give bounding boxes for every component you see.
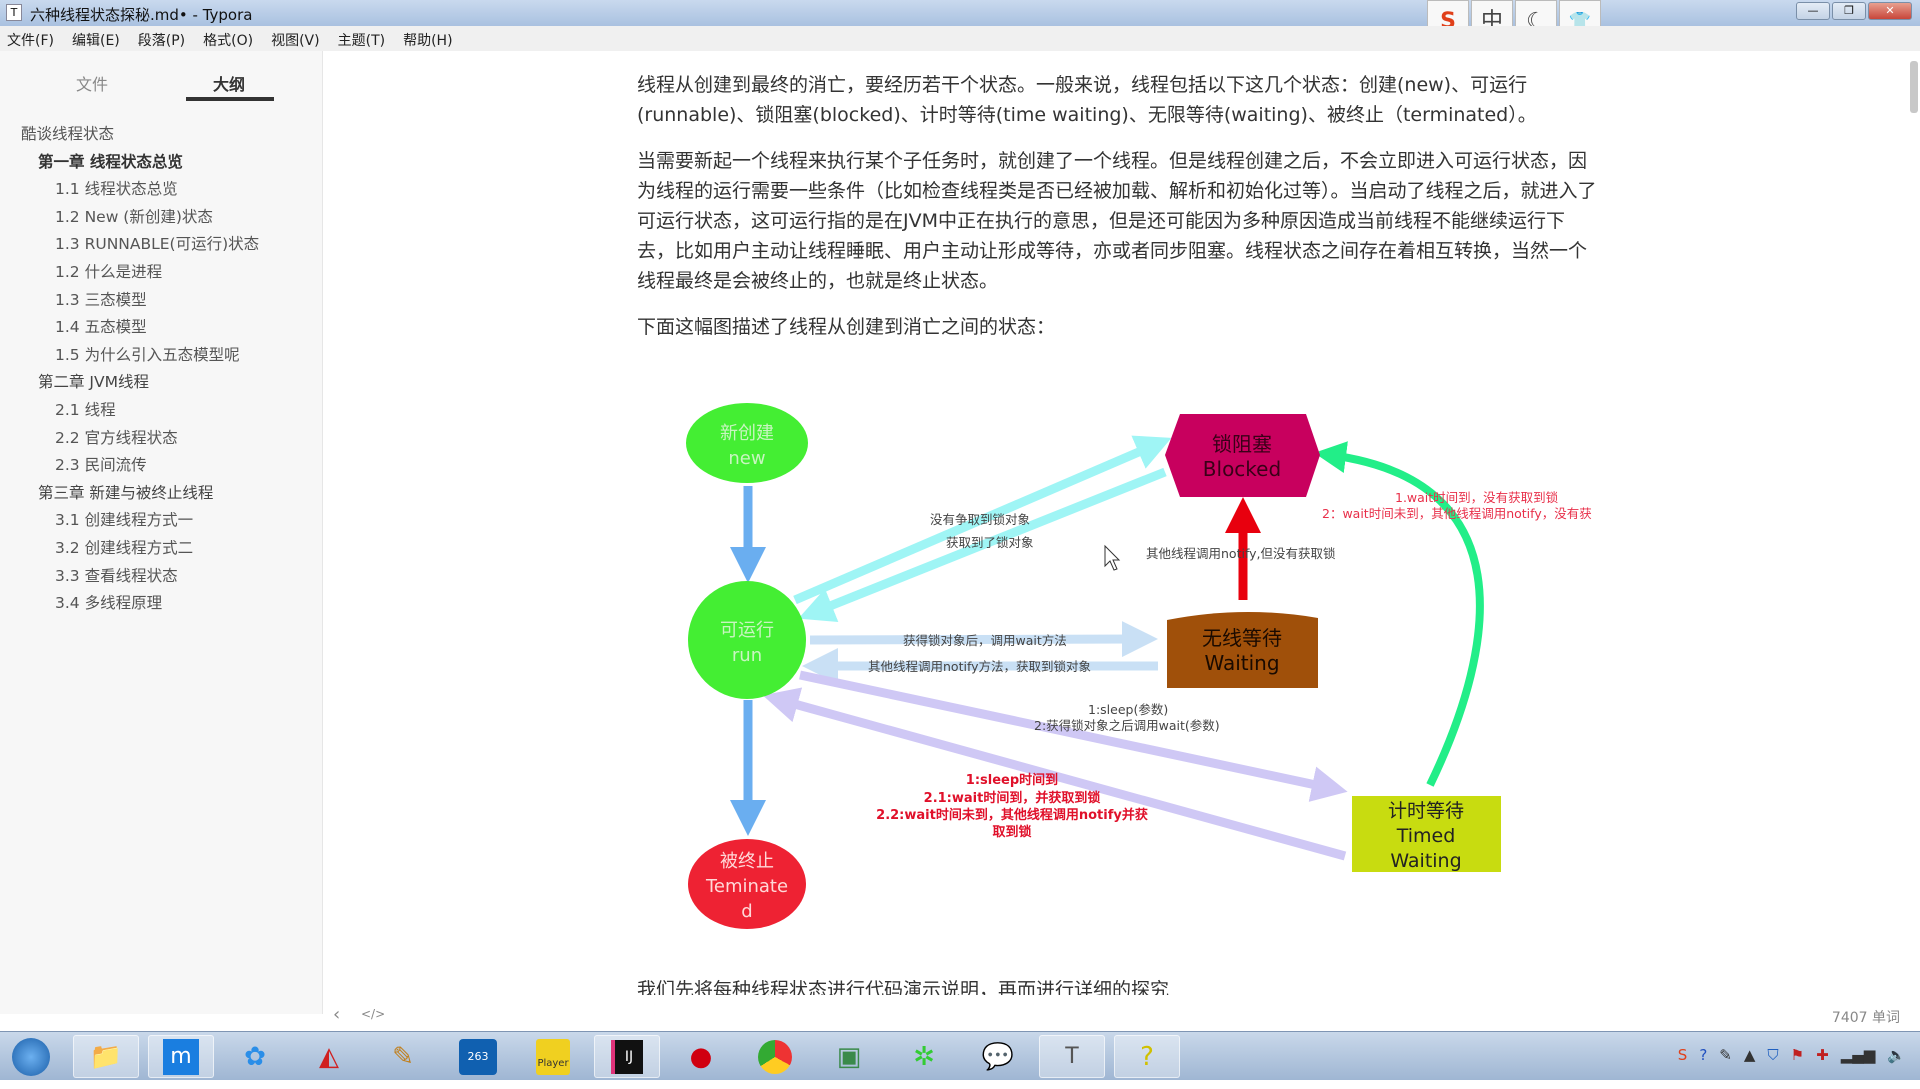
svg-text:2.1:wait时间到，并获取到锁: 2.1:wait时间到，并获取到锁 [924, 790, 1101, 806]
flag-tray-icon[interactable]: ⚑ [1791, 1046, 1804, 1064]
source-code-mode-icon[interactable]: </> [361, 1007, 385, 1021]
svg-text:2：wait时间未到，其他线程调用notify，没有获: 2：wait时间未到，其他线程调用notify，没有获 [1322, 506, 1592, 521]
intellij-idea-icon[interactable]: IJ [594, 1035, 660, 1078]
app-red-green-icon[interactable]: ◭ [296, 1035, 362, 1078]
show-hidden-icons[interactable]: ▲ [1744, 1046, 1756, 1064]
thread-state-diagram: 新创建 new 可运行 run 被终止 Teminate d 锁阻塞 Block… [686, 403, 1592, 929]
svg-text:Teminate: Teminate [705, 876, 788, 897]
maxthon-icon[interactable]: m [148, 1035, 214, 1078]
system-tray: S ? ✎ ▲ ⛉ ⚑ ✚ ▂▄▆ 🔈 [1678, 1046, 1906, 1064]
start-orb-icon[interactable] [0, 1035, 62, 1078]
svg-text:锁阻塞: 锁阻塞 [1212, 432, 1272, 456]
label-call-wait: 获得锁对象后，调用wait方法 [903, 633, 1067, 648]
paragraph: 我们先将每种线程状态进行代码演示说明，再而进行详细的探究 [637, 979, 1170, 995]
player-icon[interactable]: Player [520, 1035, 586, 1078]
label-wait-param: 2:获得锁对象之后调用wait(参数) [1034, 718, 1220, 733]
taskbar: 📁 m ✿ ◭ ✎ 263 Player IJ ● ▣ ✲ 💬 T ? S ? … [0, 1031, 1920, 1080]
cloud-263-icon[interactable]: 263 [445, 1035, 511, 1078]
chat-bubbles-icon[interactable]: 💬 [965, 1035, 1031, 1078]
network-icon[interactable]: ▂▄▆ [1841, 1046, 1876, 1064]
typora-taskbar-icon[interactable]: T [1039, 1035, 1105, 1078]
mouse-cursor-icon [1104, 544, 1121, 571]
scrollbar-thumb[interactable] [1910, 61, 1918, 113]
svg-text:new: new [728, 448, 765, 469]
label-got-lock: 获取到了锁对象 [946, 535, 1034, 550]
file-explorer-icon[interactable]: 📁 [73, 1035, 139, 1078]
security-tray-icon[interactable]: ✚ [1816, 1046, 1829, 1064]
svg-text:无线等待: 无线等待 [1202, 626, 1282, 650]
label-notify-got: 其他线程调用notify方法，获取到锁对象 [868, 659, 1091, 674]
svg-text:取到锁: 取到锁 [992, 824, 1031, 840]
word-count[interactable]: 7407 单词 [1832, 1007, 1900, 1027]
svg-text:Timed: Timed [1396, 825, 1456, 847]
label-notify-no-lock: 其他线程调用notify,但没有获取锁 [1146, 546, 1336, 561]
svg-text:被终止: 被终止 [720, 851, 774, 872]
svg-text:Blocked: Blocked [1203, 457, 1281, 481]
red-ball-icon[interactable]: ● [668, 1035, 734, 1078]
svg-text:1:sleep时间到: 1:sleep时间到 [966, 772, 1058, 788]
scrollbar[interactable] [1910, 51, 1920, 1014]
paint-brushes-icon[interactable]: ✎ [370, 1035, 436, 1078]
sogou-tray-icon[interactable]: S [1678, 1046, 1688, 1064]
atom-app-icon[interactable]: ✲ [891, 1035, 957, 1078]
label-sleep: 1:sleep(参数) [1088, 702, 1168, 717]
baidu-netdisk-icon[interactable]: ✿ [222, 1035, 288, 1078]
toggle-sidebar-icon[interactable]: ‹ [333, 1004, 340, 1025]
svg-text:2.2:wait时间未到，其他线程调用notify并获: 2.2:wait时间未到，其他线程调用notify并获 [876, 807, 1148, 823]
svg-text:1.wait时间到，没有获取到锁: 1.wait时间到，没有获取到锁 [1395, 490, 1559, 505]
volume-icon[interactable]: 🔈 [1887, 1046, 1906, 1064]
svg-text:计时等待: 计时等待 [1388, 800, 1464, 822]
svg-text:d: d [741, 901, 752, 922]
svg-text:Waiting: Waiting [1390, 850, 1461, 872]
label-no-lock: 没有争取到锁对象 [930, 512, 1030, 527]
svg-text:Waiting: Waiting [1204, 651, 1279, 675]
svg-text:run: run [732, 645, 762, 666]
help-doc-icon[interactable]: ? [1114, 1035, 1180, 1078]
window-app-icon[interactable]: ▣ [816, 1035, 882, 1078]
svg-text:可运行: 可运行 [720, 620, 774, 641]
svg-text:新创建: 新创建 [720, 423, 774, 444]
shield-tray-icon[interactable]: ⛉ [1767, 1046, 1778, 1064]
pen-tray-icon[interactable]: ✎ [1719, 1046, 1732, 1064]
help-tray-icon[interactable]: ? [1699, 1046, 1707, 1064]
chrome-icon[interactable] [742, 1035, 808, 1078]
status-bar: ‹ </> 7407 单词 [323, 1002, 1920, 1030]
